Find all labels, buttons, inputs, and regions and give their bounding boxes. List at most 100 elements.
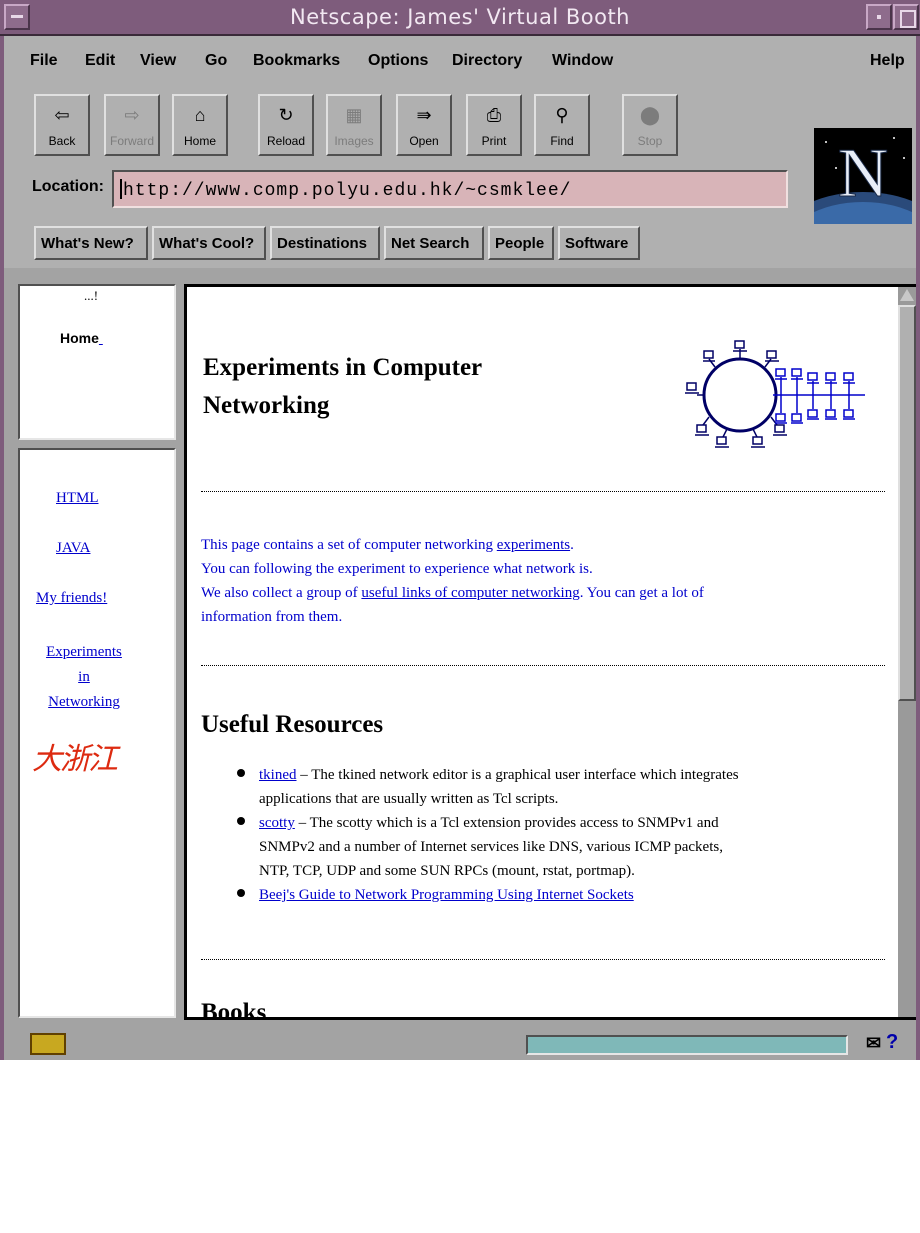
location-url: http://www.comp.polyu.edu.hk/~csmklee/	[123, 181, 572, 201]
nav-link-experiments[interactable]: Experiments in Networking	[36, 640, 132, 715]
page-title: Experiments in Computer Networking	[203, 349, 482, 425]
menu-file[interactable]: File	[30, 52, 58, 70]
chinese-calligraphy: 大浙江	[32, 742, 118, 777]
intro-paragraph: This page contains a set of computer net…	[201, 533, 891, 629]
scroll-thumb[interactable]	[898, 305, 916, 701]
network-diagram-image	[685, 340, 865, 448]
scotty-desc: – The scotty which is a Tcl extension pr…	[294, 815, 719, 831]
menu-window[interactable]: Window	[552, 52, 613, 70]
tkined-link[interactable]: tkined	[259, 767, 297, 783]
books-heading: Books	[201, 999, 267, 1020]
mail-icon[interactable]: ✉	[866, 1033, 888, 1055]
horizontal-rule	[201, 665, 885, 666]
bullet-icon	[237, 889, 245, 897]
help-question-icon[interactable]: ?	[886, 1031, 908, 1055]
intro-text: . You can get a lot of	[579, 585, 704, 601]
forward-button[interactable]: ⇨ Forward	[104, 94, 160, 156]
destinations-button[interactable]: Destinations	[270, 226, 380, 260]
menu-view[interactable]: View	[140, 52, 176, 70]
home-link-label: Home	[60, 330, 99, 346]
stop-icon: ⬤	[639, 105, 661, 125]
nav-link-experiments-line1[interactable]: Experiments	[36, 640, 132, 665]
intro-line3: We also collect a group of useful links …	[201, 581, 891, 605]
left-nav-frame: HTML JAVA My friends! Experiments in Net…	[18, 448, 176, 1018]
reload-button[interactable]: ↻ Reload	[258, 94, 314, 156]
stop-label: Stop	[637, 134, 663, 148]
page-title-line2: Networking	[203, 392, 330, 419]
page-title-line1: Experiments in Computer	[203, 354, 483, 381]
nav-link-my-friends[interactable]: My friends!	[36, 590, 107, 607]
title-bar: Netscape: James' Virtual Booth	[0, 0, 920, 36]
location-label: Location:	[32, 178, 104, 195]
resources-heading: Useful Resources	[201, 711, 384, 738]
net-search-button[interactable]: Net Search	[384, 226, 484, 260]
menu-directory[interactable]: Directory	[452, 52, 522, 70]
menu-go[interactable]: Go	[205, 52, 227, 70]
useful-links-link[interactable]: useful links of computer networking	[361, 585, 579, 601]
main-content-frame: Experiments in Computer Networking This …	[184, 284, 916, 1020]
minimize-button[interactable]	[866, 4, 892, 30]
find-icon: ⚲	[555, 105, 569, 125]
back-label: Back	[48, 134, 76, 148]
menu-options[interactable]: Options	[368, 52, 428, 70]
tkined-desc: – The tkined network editor is a graphic…	[296, 767, 739, 783]
scroll-up-icon[interactable]	[900, 289, 914, 301]
home-link[interactable]: Home	[60, 330, 103, 346]
horizontal-rule	[201, 959, 885, 960]
toolbar: ⇦ Back ⇨ Forward ⌂ Home ↻ Reload ▦ Image…	[0, 94, 920, 158]
list-item: scotty – The scotty which is a Tcl exten…	[237, 811, 887, 883]
find-button[interactable]: ⚲ Find	[534, 94, 590, 156]
print-button[interactable]: ⎙ Print	[466, 94, 522, 156]
left-top-frame: ...! Home	[18, 284, 176, 440]
menu-bookmarks[interactable]: Bookmarks	[253, 52, 340, 70]
people-button[interactable]: People	[488, 226, 554, 260]
intro-text: We also collect a group of	[201, 585, 362, 601]
location-input[interactable]: http://www.comp.polyu.edu.hk/~csmklee/	[112, 170, 788, 208]
print-icon: ⎙	[486, 105, 502, 125]
menu-help[interactable]: Help	[870, 52, 905, 70]
bullet-icon	[237, 769, 245, 777]
nav-link-experiments-line3[interactable]: Networking	[36, 690, 132, 715]
forward-label: Forward	[109, 134, 154, 148]
tkined-desc-2: applications that are usually written as…	[259, 791, 559, 807]
experiments-link[interactable]: experiments	[497, 537, 570, 553]
intro-text: .	[570, 537, 574, 553]
scotty-desc-3: NTP, TCP, UDP and some SUN RPCs (mount, …	[259, 863, 635, 879]
nav-link-java[interactable]: JAVA	[56, 540, 90, 557]
scotty-desc-2: SNMPv2 and a number of Internet services…	[259, 839, 723, 855]
intro-line1: This page contains a set of computer net…	[201, 533, 891, 557]
whats-new-button[interactable]: What's New?	[34, 226, 148, 260]
below-window-area	[0, 1060, 920, 1233]
nav-link-html[interactable]: HTML	[56, 490, 99, 507]
intro-text: This page contains a set of computer net…	[201, 537, 497, 553]
list-item: Beej's Guide to Network Programming Usin…	[237, 883, 887, 907]
stop-button[interactable]: ⬤ Stop	[622, 94, 678, 156]
open-button[interactable]: ⇛ Open	[396, 94, 452, 156]
security-key-icon[interactable]	[30, 1033, 66, 1055]
horizontal-rule	[201, 491, 885, 492]
progress-bar	[526, 1035, 848, 1055]
beej-guide-link[interactable]: Beej's Guide to Network Programming Usin…	[259, 887, 634, 903]
bullet-icon	[237, 817, 245, 825]
netscape-logo[interactable]: N	[814, 128, 912, 224]
resources-list: tkined – The tkined network editor is a …	[237, 763, 887, 907]
images-button[interactable]: ▦ Images	[326, 94, 382, 156]
home-label: Home	[183, 134, 216, 148]
menu-edit[interactable]: Edit	[85, 52, 115, 70]
back-arrow-icon: ⇦	[54, 105, 70, 125]
home-icon: ⌂	[194, 105, 206, 125]
svg-text:N: N	[838, 135, 889, 212]
nav-link-experiments-line2[interactable]: in	[36, 665, 132, 690]
images-icon: ▦	[345, 105, 363, 125]
home-button[interactable]: ⌂ Home	[172, 94, 228, 156]
forward-arrow-icon: ⇨	[124, 105, 140, 125]
open-icon: ⇛	[416, 105, 432, 125]
vertical-scrollbar[interactable]	[898, 287, 916, 1017]
find-label: Find	[550, 134, 574, 148]
back-button[interactable]: ⇦ Back	[34, 94, 90, 156]
intro-line2: You can following the experiment to expe…	[201, 561, 593, 577]
maximize-button[interactable]	[893, 4, 919, 30]
scotty-link[interactable]: scotty	[259, 815, 295, 831]
software-button[interactable]: Software	[558, 226, 640, 260]
whats-cool-button[interactable]: What's Cool?	[152, 226, 266, 260]
